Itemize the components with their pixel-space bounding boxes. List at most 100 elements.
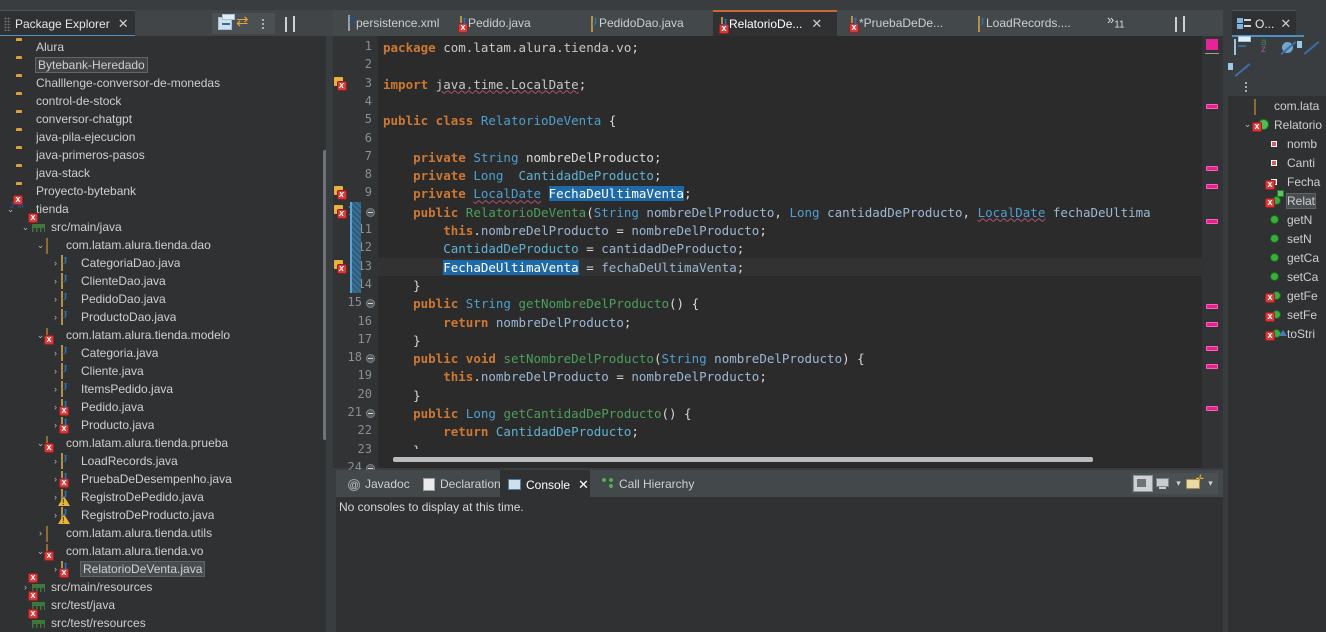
overview-error-marker[interactable] <box>1206 184 1218 189</box>
tree-item[interactable]: src/test/java <box>0 589 326 614</box>
editor-tab-loadrecords[interactable]: LoadRecords.... <box>970 10 1088 36</box>
tree-item[interactable]: › ProductoDao.java <box>0 308 326 326</box>
tree-expander-icon[interactable]: ⌄ <box>35 236 46 254</box>
outline-item[interactable]: com.lata <box>1228 96 1326 115</box>
outline-item[interactable]: setFe <box>1228 305 1326 324</box>
fold-toggle-icon[interactable] <box>366 354 375 364</box>
tree-item[interactable]: ›Pedido.java <box>0 398 326 416</box>
outline-item[interactable]: ⌄Relatorio <box>1228 115 1326 134</box>
editor-tab-pedidodaojava[interactable]: PedidoDao.java <box>583 10 709 36</box>
tree-expander-icon[interactable] <box>5 110 16 128</box>
tree-item[interactable]: java-stack <box>0 164 326 182</box>
outline-item[interactable]: Fecha <box>1228 172 1326 191</box>
tree-expander-icon[interactable] <box>5 92 16 110</box>
tree-expander-icon[interactable]: › <box>35 524 46 542</box>
gutter-error-marker[interactable]: x <box>334 259 349 275</box>
editor-hscrollbar-thumb[interactable] <box>393 457 1093 462</box>
tree-item[interactable]: ⌄ com.latam.alura.tienda.dao <box>0 236 326 254</box>
package-explorer-tree[interactable]: Alura Bytebank-Heredado Challlenge-convers… <box>0 36 326 632</box>
tree-item[interactable]: ⌄com.latam.alura.tienda.modelo <box>0 326 326 345</box>
overview-error-marker[interactable] <box>1206 322 1218 327</box>
tab-outline[interactable]: O... ✕ <box>1232 10 1297 36</box>
tree-expander-icon[interactable] <box>5 128 16 146</box>
overview-error-marker[interactable] <box>1206 364 1218 369</box>
gutter-error-marker[interactable]: x <box>334 186 349 201</box>
bottom-tab-declaration[interactable]: Declaration <box>415 470 501 497</box>
display-console-dropdown-icon[interactable]: ▾ <box>1173 478 1184 489</box>
close-icon[interactable]: ✕ <box>1280 16 1291 32</box>
bottom-tab-console[interactable]: Console ✕ <box>500 470 590 497</box>
tree-expander-icon[interactable]: › <box>50 362 61 380</box>
overview-error-marker[interactable] <box>1206 219 1218 224</box>
tree-expander-icon[interactable]: › <box>50 380 61 398</box>
minimize-icon[interactable] <box>1175 16 1177 32</box>
tree-item[interactable]: Proyecto-bytebank <box>0 182 326 200</box>
clear-console-icon[interactable] <box>1133 475 1153 492</box>
fold-toggle-icon[interactable] <box>366 409 375 418</box>
editor-tab-overflow[interactable]: »11 <box>1107 12 1125 31</box>
tree-item[interactable]: Challlenge-conversor-de-monedas <box>0 74 326 92</box>
tree-item[interactable]: ›RegistroDeProducto.java <box>0 506 326 525</box>
overview-ruler[interactable] <box>1202 36 1223 468</box>
tree-item[interactable]: ⌄com.latam.alura.tienda.vo <box>0 542 326 561</box>
outline-item[interactable]: setN <box>1228 229 1326 248</box>
tree-expander-icon[interactable] <box>5 38 16 56</box>
tree-item[interactable]: Alura <box>0 38 326 56</box>
fold-toggle-icon[interactable] <box>366 299 375 309</box>
close-icon[interactable]: ✕ <box>811 16 822 32</box>
tree-expander-icon[interactable]: › <box>50 272 61 290</box>
console-body[interactable]: No consoles to display at this time. <box>336 497 1223 632</box>
editor-tab-pedidojava[interactable]: Pedido.java <box>452 10 578 36</box>
bottom-tab-javadoc[interactable]: @ Javadoc <box>340 470 412 497</box>
overview-error-marker[interactable] <box>1206 166 1218 171</box>
tree-item[interactable]: conversor-chatgpt <box>0 110 326 128</box>
hide-static-icon[interactable] <box>1297 40 1323 60</box>
open-console-dropdown-icon[interactable]: ▾ <box>1205 478 1216 489</box>
outline-item[interactable]: setCa <box>1228 267 1326 286</box>
tree-item[interactable]: Bytebank-Heredado <box>0 56 326 74</box>
link-with-editor-icon[interactable] <box>234 12 253 33</box>
tree-expander-icon[interactable] <box>5 56 16 74</box>
tree-item[interactable]: ›RelatorioDeVenta.java <box>0 560 326 578</box>
gutter-error-marker[interactable]: x <box>334 204 349 220</box>
editor-tab-relatoriode[interactable]: RelatorioDe... ✕ <box>713 10 837 36</box>
tree-item[interactable]: control-de-stock <box>0 92 326 110</box>
tree-expander-icon[interactable] <box>5 146 16 164</box>
outline-item[interactable]: nomb <box>1228 134 1326 153</box>
tree-item[interactable]: src/test/resources <box>0 607 326 632</box>
gutter-error-marker[interactable]: x <box>334 76 349 92</box>
tree-item[interactable]: ⌄com.latam.alura.tienda.prueba <box>0 434 326 453</box>
tree-item[interactable]: java-primeros-pasos <box>0 146 326 164</box>
outline-item[interactable]: Canti <box>1228 153 1326 172</box>
editor-tab-pruebadede[interactable]: *PruebaDeDe... <box>843 10 965 36</box>
close-icon[interactable]: ✕ <box>578 477 589 493</box>
tree-item[interactable]: ›RegistroDePedido.java <box>0 488 326 507</box>
tree-item[interactable]: ›Producto.java <box>0 416 326 434</box>
tree-expander-icon[interactable] <box>5 164 16 182</box>
tree-item[interactable]: › Cliente.java <box>0 362 326 380</box>
tree-item[interactable]: › CategoriaDao.java <box>0 254 326 272</box>
fold-toggle-icon[interactable] <box>366 207 375 217</box>
outline-item[interactable]: getCa <box>1228 248 1326 267</box>
code-text[interactable]: package com.latam.alura.tienda.vo; import… <box>378 36 1202 449</box>
close-icon[interactable]: ✕ <box>118 17 129 30</box>
display-selected-console-icon[interactable] <box>1154 475 1172 492</box>
tree-item[interactable]: › PedidoDao.java <box>0 290 326 308</box>
outline-item[interactable]: getN <box>1228 210 1326 229</box>
outline-tree[interactable]: com.lata ⌄Relatorio nomb Canti Fecha Relat get… <box>1228 96 1326 632</box>
outline-item[interactable]: toStri <box>1228 324 1326 343</box>
hide-non-public-icon[interactable] <box>1228 62 1254 82</box>
tree-item[interactable]: ›PruebaDeDesempenho.java <box>0 470 326 488</box>
editor-tab-persistencexml[interactable]: persistence.xml <box>340 10 448 36</box>
maximize-icon[interactable] <box>293 15 295 32</box>
tree-item[interactable]: › LoadRecords.java <box>0 452 326 470</box>
tree-item[interactable]: › com.latam.alura.tienda.utils <box>0 524 326 542</box>
tree-item[interactable]: › Categoria.java <box>0 344 326 362</box>
outline-item[interactable]: getFe <box>1228 286 1326 305</box>
tab-package-explorer[interactable]: Package Explorer ✕ <box>0 10 135 36</box>
overview-error-marker[interactable] <box>1206 104 1218 109</box>
outline-item[interactable]: Relat <box>1228 189 1326 210</box>
overview-error-marker[interactable] <box>1206 406 1218 411</box>
tree-expander-icon[interactable]: › <box>50 254 61 272</box>
tree-item[interactable]: ›src/main/resources <box>0 571 326 596</box>
